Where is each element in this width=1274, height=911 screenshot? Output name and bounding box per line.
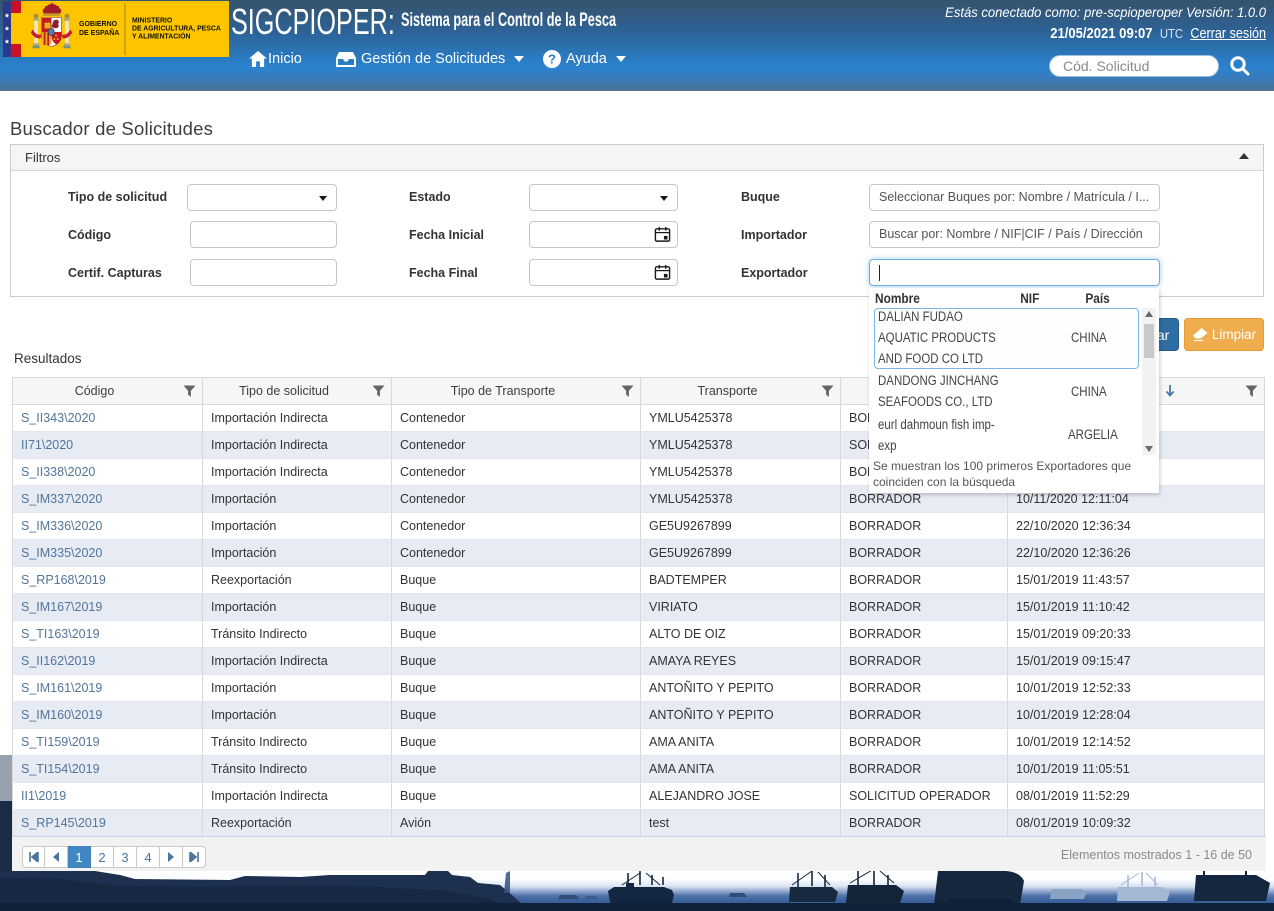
svg-text:DE AGRICULTURA, PESCA: DE AGRICULTURA, PESCA — [132, 26, 221, 33]
svg-text:GOBIERNO: GOBIERNO — [79, 21, 118, 28]
svg-text:Y ALIMENTACIÓN: Y ALIMENTACIÓN — [132, 32, 190, 41]
svg-text:?: ? — [548, 52, 556, 67]
svg-text:DE ESPAÑA: DE ESPAÑA — [79, 28, 119, 37]
svg-text:MINISTERIO: MINISTERIO — [132, 18, 173, 25]
